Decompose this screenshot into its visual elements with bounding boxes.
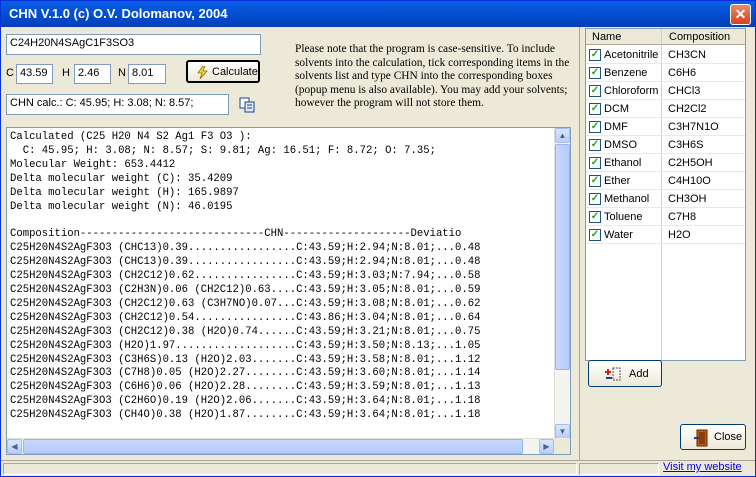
solvent-name: Ether	[604, 175, 631, 187]
solvent-checkbox[interactable]: ✓	[589, 229, 601, 241]
solvent-name: Benzene	[604, 67, 648, 79]
solvent-name: Ethanol	[604, 157, 642, 169]
solvent-name: Chloroform	[604, 85, 659, 97]
solvent-row[interactable]: ✓ DCM CH2Cl2	[586, 100, 745, 118]
solvent-composition[interactable]: C7H8	[668, 211, 696, 223]
app-window: CHN V.1.0 (c) O.V. Dolomanov, 2004 ✕ C24…	[0, 0, 756, 477]
h-label: H	[62, 67, 70, 79]
solvent-composition[interactable]: CH3CN	[668, 49, 706, 61]
solvent-row[interactable]: ✓ Water H2O	[586, 226, 745, 244]
window-title: CHN V.1.0 (c) O.V. Dolomanov, 2004	[9, 6, 228, 21]
solvent-checkbox[interactable]: ✓	[589, 67, 601, 79]
solvent-composition[interactable]: C3H6S	[668, 139, 703, 151]
solvent-name: Methanol	[604, 193, 650, 205]
solvent-name: DMSO	[604, 139, 637, 151]
solvent-checkbox[interactable]: ✓	[589, 49, 601, 61]
status-panel	[3, 463, 577, 475]
c-label: C	[6, 67, 14, 79]
solvent-composition[interactable]: C4H10O	[668, 175, 711, 187]
header-name[interactable]: Name	[592, 31, 621, 43]
scroll-right-button[interactable]: ▶	[539, 439, 554, 454]
solvents-list[interactable]: Name Composition ✓ Acetonitrile CH3CN ✓ Benz…	[585, 28, 746, 361]
close-icon: ✕	[734, 6, 747, 22]
formula-input[interactable]: C24H20N4SAgC1F3SO3	[6, 34, 261, 55]
calculate-icon	[197, 66, 208, 79]
h-input[interactable]: 2.46	[74, 64, 111, 84]
add-icon	[605, 367, 621, 381]
window-close-button[interactable]: ✕	[730, 4, 751, 25]
solvent-row[interactable]: ✓ DMF C3H7N1O	[586, 118, 745, 136]
scroll-left-button[interactable]: ◀	[7, 439, 22, 454]
scroll-up-button[interactable]: ▲	[555, 128, 570, 143]
scroll-down-button[interactable]: ▼	[555, 424, 570, 439]
solvent-checkbox[interactable]: ✓	[589, 211, 601, 223]
n-input[interactable]: 8.01	[128, 64, 166, 84]
close-door-icon	[694, 429, 708, 447]
solvents-panel: Name Composition ✓ Acetonitrile CH3CN ✓ Benz…	[579, 27, 749, 460]
help-note: Please note that the program is case-sen…	[295, 43, 570, 110]
solvent-row[interactable]: ✓ Benzene C6H6	[586, 64, 745, 82]
status-panel-2	[579, 463, 659, 475]
solvent-checkbox[interactable]: ✓	[589, 175, 601, 187]
solvent-composition[interactable]: CHCl3	[668, 85, 700, 97]
calc-result-field[interactable]: CHN calc.: C: 45.95; H: 3.08; N: 8.57;	[6, 94, 229, 115]
solvent-checkbox[interactable]: ✓	[589, 85, 601, 97]
solvent-composition[interactable]: C6H6	[668, 67, 696, 79]
title-bar[interactable]: CHN V.1.0 (c) O.V. Dolomanov, 2004 ✕	[1, 1, 755, 27]
results-text: Calculated (C25 H20 N4 S2 Ag1 F3 O3 ): C…	[10, 131, 481, 422]
horizontal-scroll-thumb[interactable]	[23, 439, 523, 454]
add-solvent-button[interactable]: Add	[588, 360, 662, 387]
solvents-header: Name Composition	[586, 29, 745, 45]
n-label: N	[118, 67, 126, 79]
solvent-name: Acetonitrile	[604, 49, 659, 61]
solvent-row[interactable]: ✓ Methanol CH3OH	[586, 190, 745, 208]
solvent-name: DMF	[604, 121, 628, 133]
solvent-composition[interactable]: CH3OH	[668, 193, 707, 205]
vertical-scrollbar[interactable]: ▲ ▼	[554, 128, 570, 439]
calculate-button[interactable]: Calculate	[186, 60, 260, 83]
add-label: Add	[629, 368, 649, 380]
solvent-composition[interactable]: C3H7N1O	[668, 121, 719, 133]
calculate-label: Calculate	[212, 66, 258, 78]
website-link[interactable]: Visit my website	[663, 461, 742, 473]
solvent-composition[interactable]: CH2Cl2	[668, 103, 707, 115]
solvent-row[interactable]: ✓ DMSO C3H6S	[586, 136, 745, 154]
vertical-scroll-thumb[interactable]	[555, 144, 570, 370]
solvent-row[interactable]: ✓ Ether C4H10O	[586, 172, 745, 190]
solvent-row[interactable]: ✓ Ethanol C2H5OH	[586, 154, 745, 172]
close-button[interactable]: Close	[680, 424, 746, 450]
horizontal-scrollbar[interactable]: ◀ ▶	[7, 438, 554, 454]
results-textarea[interactable]: Calculated (C25 H20 N4 S2 Ag1 F3 O3 ): C…	[6, 127, 571, 455]
solvent-row[interactable]: ✓ Chloroform CHCl3	[586, 82, 745, 100]
scroll-corner	[554, 438, 570, 454]
solvent-checkbox[interactable]: ✓	[589, 103, 601, 115]
solvent-name: Water	[604, 229, 633, 241]
solvent-checkbox[interactable]: ✓	[589, 121, 601, 133]
solvent-composition[interactable]: C2H5OH	[668, 157, 713, 169]
solvent-name: DCM	[604, 103, 630, 115]
header-composition[interactable]: Composition	[669, 31, 730, 43]
copy-icon[interactable]	[239, 97, 257, 113]
solvent-row[interactable]: ✓ Acetonitrile CH3CN	[586, 46, 745, 64]
solvent-checkbox[interactable]: ✓	[589, 139, 601, 151]
solvent-name: Toluene	[604, 211, 643, 223]
close-label: Close	[714, 431, 743, 443]
solvent-composition[interactable]: H2O	[668, 229, 691, 241]
c-input[interactable]: 43.59	[16, 64, 53, 84]
status-bar: Visit my website	[1, 460, 755, 476]
solvent-checkbox[interactable]: ✓	[589, 193, 601, 205]
solvent-row[interactable]: ✓ Toluene C7H8	[586, 208, 745, 226]
solvent-checkbox[interactable]: ✓	[589, 157, 601, 169]
